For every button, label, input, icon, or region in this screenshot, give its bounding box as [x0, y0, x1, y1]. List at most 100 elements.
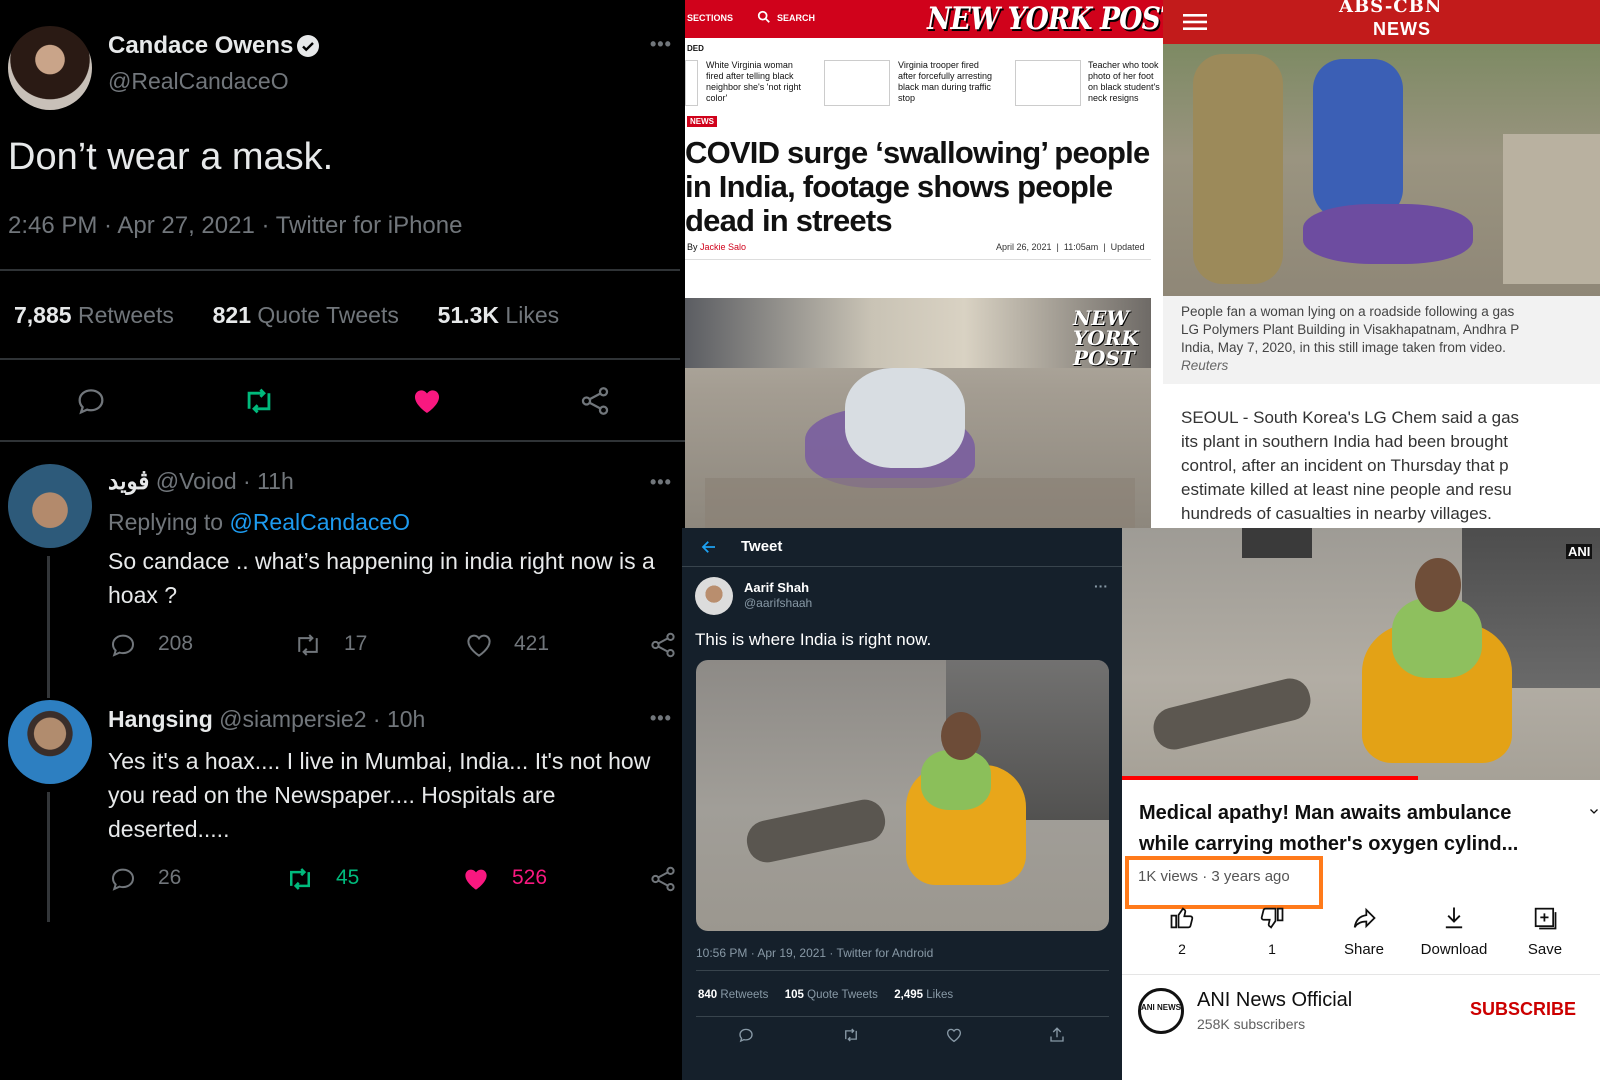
like-icon[interactable]: [464, 630, 494, 665]
save-button[interactable]: Save: [1520, 904, 1570, 960]
ticker-label: DED: [687, 44, 704, 53]
related-thumb[interactable]: [824, 60, 890, 106]
quotes-label[interactable]: Quote Tweets: [257, 302, 399, 328]
retweet-icon[interactable]: [284, 864, 316, 899]
reply-handle-time[interactable]: @Voiod · 11h: [156, 468, 294, 494]
nypost-logo[interactable]: NEW YORK POST: [927, 1, 1180, 37]
related-story-link[interactable]: Teacher who took photo of her foot on bl…: [1088, 60, 1163, 106]
search-icon[interactable]: [757, 10, 771, 29]
like-icon[interactable]: [945, 1026, 963, 1049]
twitter-tweet-panel: Tweet Aarif Shah @aarifshaah ··· This is…: [682, 528, 1122, 1080]
retweets-count[interactable]: 7,885: [14, 302, 72, 328]
more-options-icon[interactable]: •••: [650, 472, 672, 493]
retweet-count: 17: [344, 632, 368, 655]
video-player[interactable]: ANI: [1122, 528, 1600, 780]
channel-name[interactable]: ANI News Official: [1197, 989, 1352, 1012]
subscribe-button[interactable]: SUBSCRIBE: [1470, 999, 1600, 1020]
more-options-icon[interactable]: •••: [650, 708, 672, 729]
retweets-count[interactable]: 840: [698, 989, 717, 1001]
abscbn-logo-news[interactable]: NEWS: [1373, 19, 1431, 40]
caption-line: India, May 7, 2020, in this still image …: [1181, 340, 1506, 355]
retweet-icon[interactable]: [292, 630, 324, 665]
avatar[interactable]: [8, 464, 92, 548]
divider: [0, 440, 685, 442]
reply-icon[interactable]: [737, 1026, 755, 1049]
retweet-icon[interactable]: [841, 1026, 861, 1049]
more-options-icon[interactable]: •••: [650, 34, 672, 55]
search-label[interactable]: SEARCH: [777, 13, 815, 23]
avatar[interactable]: [8, 26, 92, 110]
dislike-count: 1: [1268, 941, 1276, 957]
related-thumb[interactable]: [685, 60, 698, 106]
quotes-count[interactable]: 105: [785, 989, 804, 1001]
tweet-meta: 2:46 PM · Apr 27, 2021 · Twitter for iPh…: [8, 212, 463, 239]
likes-label[interactable]: Likes: [505, 302, 559, 328]
like-count: 421: [514, 632, 550, 655]
abscbn-logo[interactable]: ABS-CBN: [1339, 0, 1442, 17]
back-arrow-icon[interactable]: [700, 538, 718, 561]
author-name[interactable]: Candace Owens: [108, 32, 293, 60]
share-icon[interactable]: [578, 384, 612, 418]
channel-avatar[interactable]: ANI NEWS: [1138, 988, 1184, 1034]
hamburger-menu-icon[interactable]: [1183, 12, 1207, 37]
dislike-button[interactable]: 1: [1250, 904, 1294, 960]
author-link[interactable]: Jackie Salo: [700, 242, 746, 252]
views-and-age: 1K views · 3 years ago: [1138, 868, 1290, 885]
reply-handle-time[interactable]: @siampersie2 · 10h: [219, 706, 425, 732]
reply-author-name[interactable]: Hangsing: [108, 706, 213, 732]
reply-icon[interactable]: [74, 384, 108, 418]
reply-text: So candace .. what’s happening in india …: [108, 548, 655, 608]
article-photo[interactable]: NEW YORK POST: [685, 298, 1151, 528]
retweets-label[interactable]: Retweets: [720, 989, 768, 1001]
body-line: estimate killed at least nine people and…: [1181, 480, 1512, 499]
share-button[interactable]: Share: [1332, 904, 1396, 960]
ani-badge: ANI: [1566, 544, 1593, 559]
reply-author-name[interactable]: ڤويد: [108, 468, 149, 494]
video-title[interactable]: Medical apathy! Man awaits ambulance whi…: [1139, 798, 1579, 860]
share-icon[interactable]: [648, 630, 678, 665]
replying-label: Replying to: [108, 509, 224, 535]
download-button[interactable]: Download: [1412, 904, 1496, 960]
author-handle[interactable]: @aarifshaah: [744, 596, 812, 610]
more-options-icon[interactable]: ···: [1094, 578, 1108, 594]
author-handle[interactable]: @RealCandaceO: [108, 68, 289, 95]
author-name[interactable]: Aarif Shah: [744, 580, 809, 595]
retweet-icon[interactable]: [242, 384, 276, 418]
share-icon[interactable]: [648, 864, 678, 899]
avatar[interactable]: [8, 700, 92, 784]
like-filled-icon[interactable]: [460, 864, 492, 899]
like-count: 2: [1178, 941, 1186, 957]
expand-chevron-icon[interactable]: [1588, 804, 1600, 822]
engagement-stats: 7,885 Retweets 821 Quote Tweets 51.3K Li…: [14, 302, 559, 329]
article-headline: COVID surge ‘swallowing’ people in India…: [685, 135, 1150, 238]
likes-count[interactable]: 51.3K: [438, 302, 499, 328]
replying-handle-link[interactable]: @RealCandaceO: [229, 509, 410, 535]
likes-count[interactable]: 2,495: [894, 989, 923, 1001]
share-arrow-icon: [1353, 907, 1376, 929]
retweets-label[interactable]: Retweets: [78, 302, 174, 328]
related-thumb[interactable]: [1015, 60, 1081, 106]
like-button[interactable]: 2: [1160, 904, 1204, 960]
quotes-count[interactable]: 821: [213, 302, 251, 328]
quotes-label[interactable]: Quote Tweets: [807, 989, 878, 1001]
thumbs-up-icon: [1170, 907, 1194, 929]
retweet-count: 45: [336, 866, 360, 889]
related-story-link[interactable]: Virginia trooper fired after forcefully …: [898, 60, 996, 104]
like-filled-icon[interactable]: [410, 384, 444, 418]
reply-icon[interactable]: [108, 864, 138, 899]
divider: [682, 566, 1122, 567]
tweet-photo[interactable]: [696, 660, 1109, 931]
divider: [696, 970, 1109, 971]
thumbs-down-icon: [1260, 907, 1284, 929]
reply-text: Yes it's a hoax.... I live in Mumbai, In…: [108, 748, 651, 842]
sections-menu[interactable]: SECTIONS: [687, 13, 733, 23]
likes-label[interactable]: Likes: [926, 989, 953, 1001]
news-tag[interactable]: NEWS: [687, 116, 717, 127]
related-story-link[interactable]: White Virginia woman fired after telling…: [706, 60, 810, 104]
share-icon[interactable]: [1048, 1026, 1066, 1049]
reply-icon[interactable]: [108, 630, 138, 665]
video-progress-bar[interactable]: [1122, 776, 1418, 780]
avatar[interactable]: [695, 577, 733, 615]
page-title: Tweet: [741, 538, 783, 555]
article-photo[interactable]: [1163, 44, 1600, 296]
